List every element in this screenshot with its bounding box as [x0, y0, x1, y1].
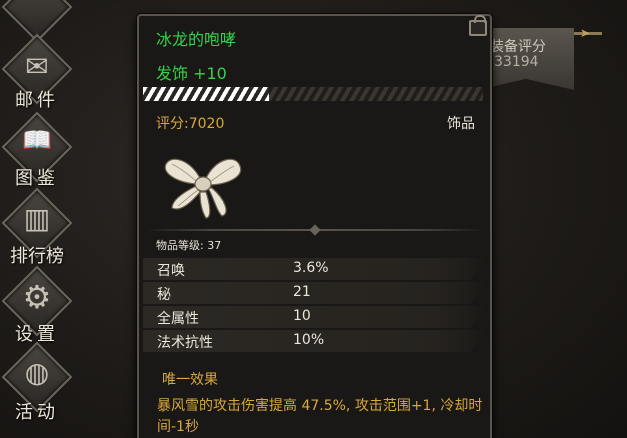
stat-value: 21 [293, 284, 311, 300]
stat-value: 3.6% [293, 260, 329, 276]
banner-arrow-icon: ➤ [580, 26, 591, 40]
stat-row: 秘 21 [143, 282, 488, 304]
enhance-progress-fill [143, 87, 269, 101]
gear-icon: ⚙ [22, 278, 52, 316]
stat-name: 召唤 [157, 263, 185, 279]
stat-name: 法术抗性 [157, 335, 213, 351]
item-score: 评分:7020 [156, 116, 225, 132]
lock-icon[interactable] [469, 15, 487, 36]
book-icon: 📖 [22, 126, 52, 154]
menu-item-codex[interactable]: 📖 图鉴 [1, 111, 73, 198]
side-menu: ✉ 邮件 📖 图鉴 ▥ 排行榜 ⚙ 设置 ◍ 活动 [0, 0, 80, 438]
equip-score-value: 33194 [494, 54, 539, 70]
stat-name: 全属性 [157, 311, 199, 327]
unique-effect-description: 暴风雪的攻击伤害提高 47.5%, 攻击范围+1, 冷却时间-1秒 [157, 398, 483, 435]
stat-row: 全属性 10 [143, 306, 488, 328]
stat-row: 法术抗性 10% [143, 330, 488, 352]
menu-item-mail[interactable]: ✉ 邮件 [1, 33, 73, 120]
menu-item-ranking[interactable]: ▥ 排行榜 [1, 187, 73, 274]
stat-value: 10 [293, 308, 311, 324]
item-slot-enhance: 发饰 +10 [156, 64, 227, 83]
stat-row: 召唤 3.6% [143, 258, 488, 280]
mail-icon: ✉ [25, 50, 49, 83]
menu-label-events: 活动 [15, 402, 59, 423]
event-icon: ◍ [24, 356, 50, 389]
stat-value: 10% [293, 332, 325, 348]
item-name: 冰龙的咆哮 [156, 30, 237, 49]
stat-name: 秘 [157, 287, 171, 303]
ranking-icon: ▥ [23, 202, 51, 235]
menu-label-mail: 邮件 [15, 90, 59, 111]
unique-effect-title: 唯一效果 [162, 372, 218, 388]
bow-hair-accessory-icon [164, 158, 242, 219]
item-level: 物品等级: 37 [156, 239, 222, 252]
menu-item-settings[interactable]: ⚙ 设置 [1, 265, 73, 352]
enhance-progress-bar [143, 87, 483, 101]
stats-list: 召唤 3.6% 秘 21 全属性 10 法术抗性 10% [143, 258, 488, 354]
menu-label-ranking: 排行榜 [10, 246, 64, 267]
item-category: 饰品 [447, 116, 475, 132]
equip-score-title: 装备评分 [490, 39, 546, 55]
menu-item-events[interactable]: ◍ 活动 [1, 341, 73, 428]
menu-label-codex: 图鉴 [15, 168, 59, 189]
